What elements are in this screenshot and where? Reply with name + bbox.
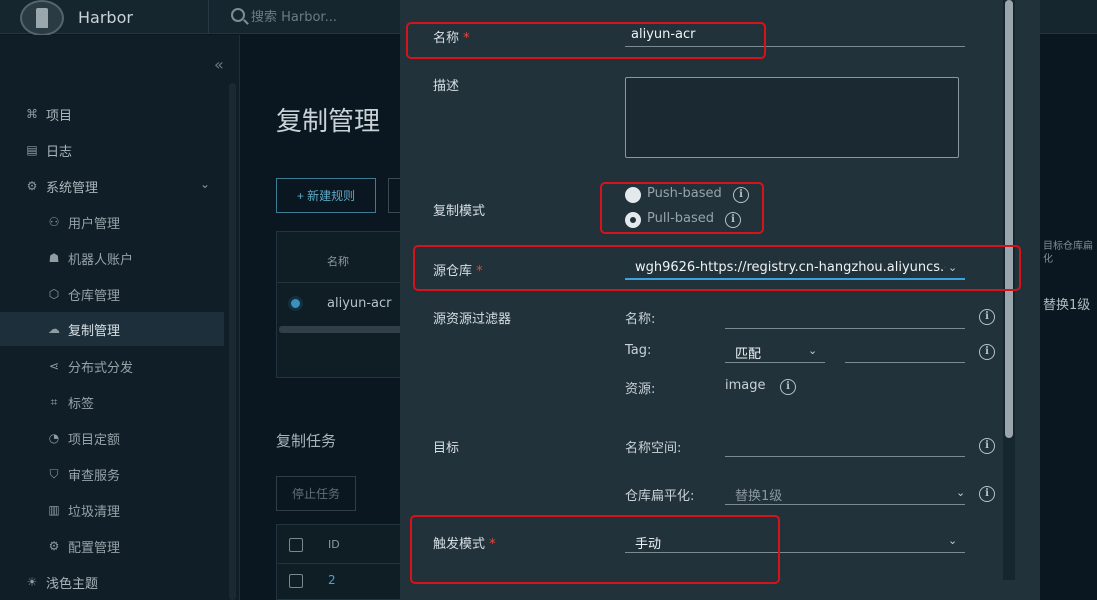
highlight-box-mode bbox=[600, 182, 764, 234]
project-icon: ⌘ bbox=[26, 107, 38, 121]
row-select-radio[interactable] bbox=[288, 296, 303, 311]
search-icon bbox=[231, 8, 245, 22]
flatten-select-underline bbox=[725, 504, 965, 505]
sidebar-item-theme[interactable]: ☀ 浅色主题 bbox=[24, 567, 224, 597]
search-input[interactable] bbox=[251, 8, 401, 26]
table-cell-flatten: 替换1级 bbox=[1043, 298, 1091, 313]
sidebar-item-admin[interactable]: ⚙ 系统管理 ⌄ bbox=[24, 171, 224, 201]
select-all-checkbox[interactable] bbox=[289, 538, 303, 552]
gear-icon: ⚙ bbox=[48, 539, 60, 553]
resource-value: image bbox=[725, 378, 766, 393]
cloud-icon: ☁ bbox=[48, 322, 60, 336]
tag-select-underline bbox=[725, 362, 825, 363]
filter-name-label: 名称: bbox=[625, 312, 656, 327]
sidebar-item-projects[interactable]: ⌘ 项目 bbox=[24, 99, 224, 129]
filter-name-input[interactable] bbox=[725, 328, 965, 329]
namespace-label: 名称空间: bbox=[625, 441, 682, 456]
collapse-sidebar-icon[interactable]: « bbox=[214, 55, 224, 74]
sidebar-item-replications[interactable]: ☁ 复制管理 bbox=[0, 312, 224, 346]
info-icon[interactable]: i bbox=[979, 438, 995, 454]
sidebar-item-config[interactable]: ⚙ 配置管理 bbox=[46, 531, 224, 561]
highlight-box-trigger bbox=[410, 515, 780, 584]
flatten-select[interactable]: 替换1级 bbox=[735, 485, 782, 504]
global-search[interactable] bbox=[208, 0, 408, 34]
info-icon[interactable]: i bbox=[780, 379, 796, 395]
flatten-label: 仓库扁平化: bbox=[625, 489, 695, 504]
tag-icon: ⌗ bbox=[50, 394, 58, 409]
sidebar-item-scanners[interactable]: ⛉ 审查服务 bbox=[46, 459, 224, 489]
namespace-input[interactable] bbox=[725, 456, 965, 457]
shield-icon: ⛉ bbox=[49, 466, 59, 481]
info-icon[interactable]: i bbox=[979, 344, 995, 360]
highlight-box-name bbox=[406, 22, 766, 59]
stop-task-button[interactable]: 停止任务 bbox=[276, 476, 356, 511]
sidebar-item-registries[interactable]: ⬡ 仓库管理 bbox=[46, 279, 224, 309]
info-icon[interactable]: i bbox=[979, 486, 995, 502]
table-row-name[interactable]: aliyun-acr bbox=[327, 296, 392, 311]
highlight-box-source bbox=[413, 245, 1021, 291]
source-filter-label: 源资源过滤器 bbox=[433, 312, 512, 327]
tag-filter-input[interactable] bbox=[845, 362, 965, 363]
sidebar-item-logs[interactable]: ▤ 日志 bbox=[24, 135, 224, 165]
sidebar-item-users[interactable]: ⚇ 用户管理 bbox=[46, 207, 224, 237]
tasks-title: 复制任务 bbox=[276, 432, 337, 450]
users-icon: ⚇ bbox=[48, 215, 60, 229]
tag-match-select[interactable]: 匹配 bbox=[735, 343, 761, 362]
robot-icon: ☗ bbox=[48, 251, 60, 265]
description-textarea[interactable] bbox=[625, 77, 959, 158]
chevron-down-icon[interactable]: ⌄ bbox=[956, 486, 965, 499]
sun-icon: ☀ bbox=[26, 575, 38, 589]
log-icon: ▤ bbox=[26, 143, 38, 157]
sidebar-item-distribution[interactable]: ⋖ 分布式分发 bbox=[46, 351, 224, 381]
table-header-id: ID bbox=[328, 538, 340, 551]
dialog-scrollbar-thumb[interactable] bbox=[1005, 0, 1013, 438]
chevron-down-icon[interactable]: ⌄ bbox=[948, 534, 957, 547]
harbor-app: Harbor « ⌘项目 ▤日志 ⚙系统管理 ⌄ ⚇用户管理 ☗机器人账户 ⬡仓… bbox=[0, 0, 1097, 600]
sidebar-item-gc[interactable]: ▥ 垃圾清理 bbox=[46, 495, 224, 525]
sidebar: « ⌘ 项目 ▤ 日志 ⚙ 系统管理 ⌄ ⚇ 用户管理 ☗ 机器人账户 ⬡ 仓库管理 ☁ 复制… bbox=[0, 35, 240, 600]
replication-mode-label: 复制模式 bbox=[433, 204, 486, 219]
sidebar-scrollbar[interactable] bbox=[229, 83, 236, 600]
new-rule-button[interactable]: + 新建规则 bbox=[276, 178, 376, 213]
system-icon: ⚙ bbox=[26, 179, 38, 193]
page-title: 复制管理 bbox=[276, 107, 381, 137]
chevron-down-icon[interactable]: ⌄ bbox=[808, 344, 817, 357]
table-header-flatten: 目标仓库扁化 bbox=[1043, 241, 1093, 265]
brand-name: Harbor bbox=[78, 8, 133, 27]
row-checkbox[interactable] bbox=[289, 574, 303, 588]
description-label: 描述 bbox=[433, 79, 460, 94]
sidebar-item-robots[interactable]: ☗ 机器人账户 bbox=[46, 243, 224, 273]
info-icon[interactable]: i bbox=[979, 309, 995, 325]
task-id-link[interactable]: 2 bbox=[328, 573, 336, 587]
destination-label: 目标 bbox=[433, 441, 460, 456]
trash-icon: ▥ bbox=[48, 503, 60, 517]
registry-icon: ⬡ bbox=[48, 287, 60, 301]
filter-tag-label: Tag: bbox=[625, 343, 652, 358]
chevron-down-icon: ⌄ bbox=[199, 177, 210, 191]
harbor-logo-icon[interactable] bbox=[20, 0, 64, 36]
quota-icon: ◔ bbox=[48, 431, 60, 445]
sidebar-item-quotas[interactable]: ◔ 项目定额 bbox=[46, 423, 224, 453]
share-icon: ⋖ bbox=[48, 359, 60, 373]
filter-resource-label: 资源: bbox=[625, 382, 656, 397]
sidebar-item-labels[interactable]: ⌗ 标签 bbox=[46, 387, 224, 417]
table-header-name: 名称 bbox=[327, 255, 349, 268]
